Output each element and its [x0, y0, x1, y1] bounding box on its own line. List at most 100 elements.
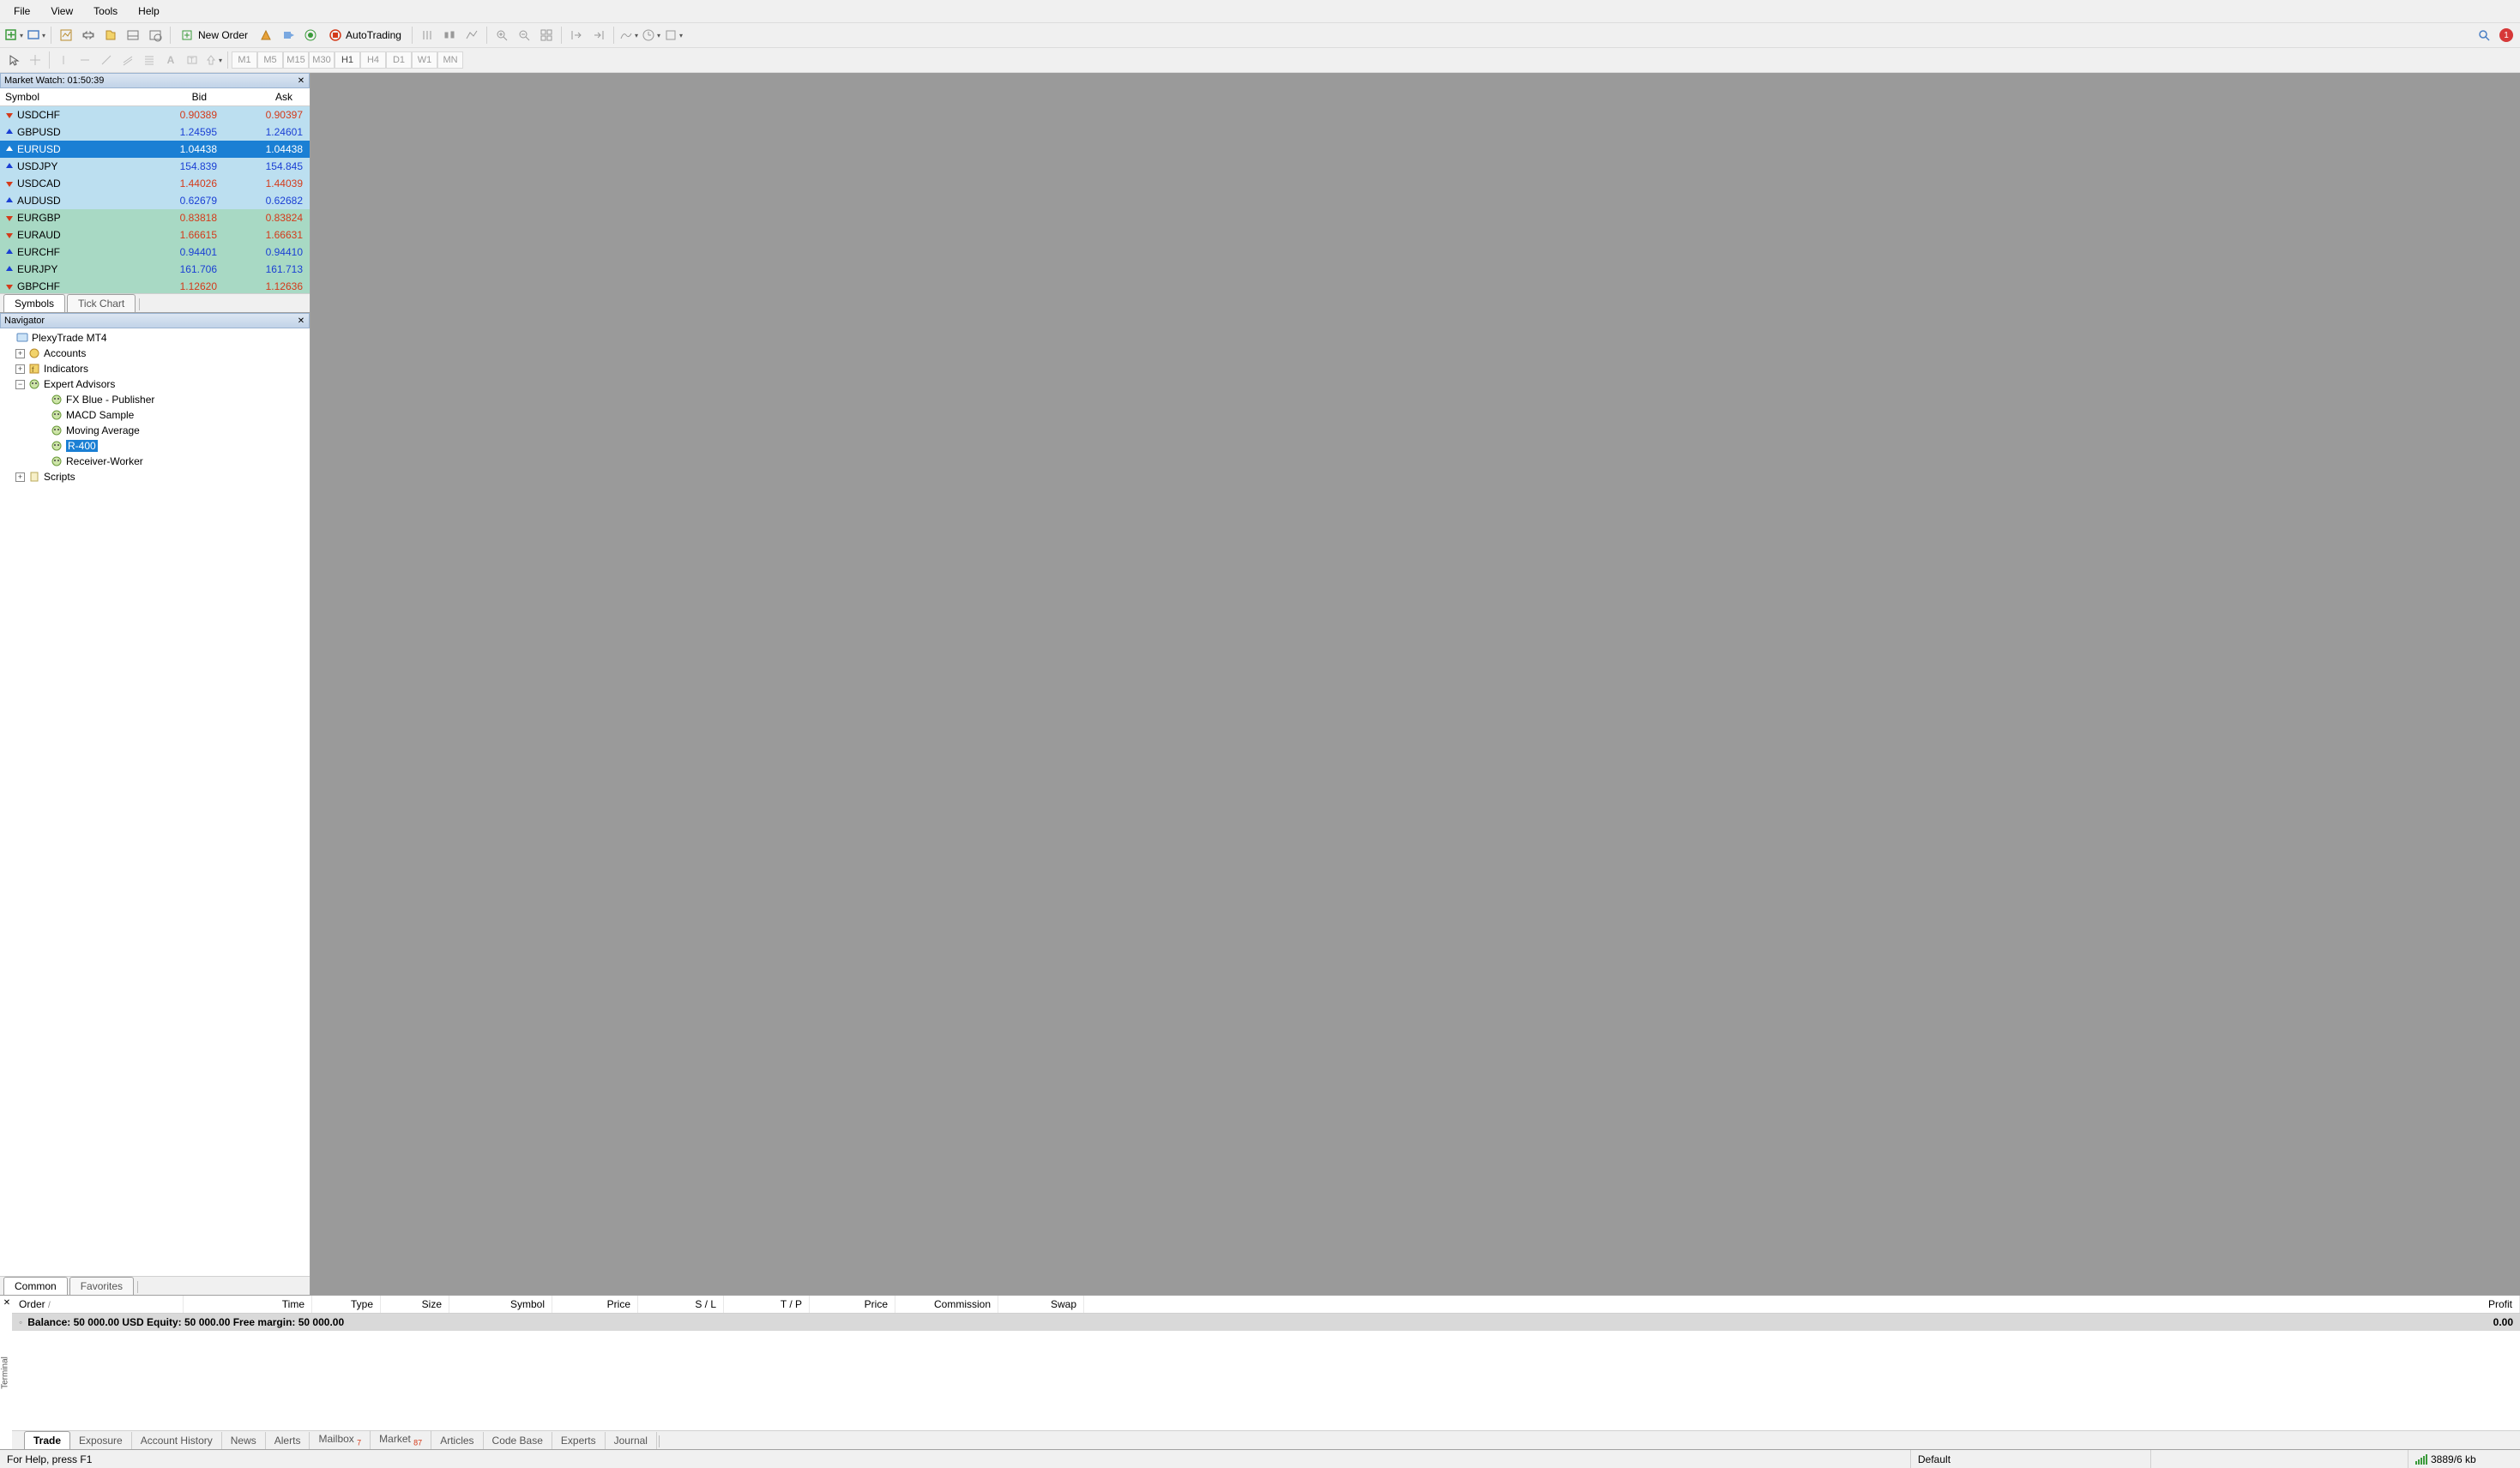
tile-windows-button[interactable]	[536, 25, 557, 45]
column-bid[interactable]: Bid	[126, 88, 212, 105]
tree-ea-item[interactable]: FX Blue - Publisher	[3, 392, 306, 407]
close-icon[interactable]: ✕	[295, 315, 307, 327]
tree-ea-item[interactable]: MACD Sample	[3, 407, 306, 423]
line-chart-button[interactable]	[461, 25, 482, 45]
tab-symbols[interactable]: Symbols	[3, 294, 65, 312]
meta-quotes-button[interactable]	[256, 25, 276, 45]
indicators-dropdown[interactable]	[618, 25, 639, 45]
term-col-symbol[interactable]: Symbol	[449, 1296, 552, 1313]
term-col-size[interactable]: Size	[381, 1296, 449, 1313]
candlestick-button[interactable]	[439, 25, 460, 45]
text-label-tool[interactable]: T	[182, 50, 202, 70]
new-order-button[interactable]: New Order	[175, 25, 254, 45]
term-col-time[interactable]: Time	[184, 1296, 312, 1313]
timeframe-m1[interactable]: M1	[232, 51, 257, 69]
horizontal-line-tool[interactable]	[75, 50, 95, 70]
term-col-type[interactable]: Type	[312, 1296, 381, 1313]
market-watch-header[interactable]: Market Watch: 01:50:39 ✕	[0, 73, 310, 88]
notifications-button[interactable]: 1	[2496, 25, 2517, 45]
term-tab-code-base[interactable]: Code Base	[484, 1432, 552, 1449]
menu-help[interactable]: Help	[128, 2, 170, 21]
status-connection[interactable]: 3889/6 kb	[2408, 1450, 2520, 1468]
auto-scroll-button[interactable]	[588, 25, 609, 45]
term-tab-exposure[interactable]: Exposure	[70, 1432, 132, 1449]
term-col-price[interactable]: Price	[810, 1296, 895, 1313]
profiles-button[interactable]	[26, 25, 46, 45]
expand-icon[interactable]: +	[15, 472, 25, 482]
fibonacci-tool[interactable]	[139, 50, 160, 70]
tree-root[interactable]: PlexyTrade MT4	[3, 330, 306, 346]
timeframe-m5[interactable]: M5	[257, 51, 283, 69]
new-chart-button[interactable]	[3, 25, 24, 45]
vertical-line-tool[interactable]	[53, 50, 74, 70]
navigator-toggle[interactable]	[100, 25, 121, 45]
market-watch-body[interactable]: USDCHF0.903890.90397GBPUSD1.245951.24601…	[0, 106, 310, 293]
term-tab-journal[interactable]: Journal	[606, 1432, 657, 1449]
term-tab-news[interactable]: News	[222, 1432, 266, 1449]
menu-file[interactable]: File	[3, 2, 40, 21]
tree-ea-item[interactable]: Receiver-Worker	[3, 454, 306, 469]
timeframe-d1[interactable]: D1	[386, 51, 412, 69]
navigator-header[interactable]: Navigator ✕	[0, 313, 310, 328]
timeframe-m30[interactable]: M30	[309, 51, 335, 69]
term-tab-account-history[interactable]: Account History	[132, 1432, 222, 1449]
collapse-icon[interactable]: −	[15, 380, 25, 389]
column-ask[interactable]: Ask	[212, 88, 298, 105]
crosshair-tool[interactable]	[25, 50, 45, 70]
status-profile[interactable]: Default	[1911, 1450, 2151, 1468]
tab-common[interactable]: Common	[3, 1277, 68, 1295]
zoom-out-button[interactable]	[514, 25, 534, 45]
strategy-tester-toggle[interactable]	[145, 25, 166, 45]
zoom-in-button[interactable]	[491, 25, 512, 45]
data-window-toggle[interactable]	[78, 25, 99, 45]
periodicity-dropdown[interactable]	[641, 25, 661, 45]
term-tab-market[interactable]: Market 87	[371, 1430, 431, 1449]
term-tab-articles[interactable]: Articles	[431, 1432, 483, 1449]
term-col-profit[interactable]: Profit	[1084, 1296, 2520, 1313]
bar-chart-button[interactable]	[417, 25, 437, 45]
symbol-row-euraud[interactable]: EURAUD1.666151.66631	[0, 226, 310, 244]
term-col-swap[interactable]: Swap	[998, 1296, 1084, 1313]
menu-view[interactable]: View	[40, 2, 83, 21]
menu-tools[interactable]: Tools	[83, 2, 128, 21]
navigator-tree[interactable]: PlexyTrade MT4+Accounts+fIndicators−Expe…	[0, 328, 310, 1276]
trendline-tool[interactable]	[96, 50, 117, 70]
term-tab-experts[interactable]: Experts	[552, 1432, 606, 1449]
tree-ea-item[interactable]: Moving Average	[3, 423, 306, 438]
symbol-row-usdcad[interactable]: USDCAD1.440261.44039	[0, 175, 310, 192]
term-tab-mailbox[interactable]: Mailbox 7	[310, 1430, 371, 1449]
arrows-tool[interactable]	[203, 50, 224, 70]
cursor-tool[interactable]	[3, 50, 24, 70]
autotrading-button[interactable]: AutoTrading	[323, 25, 407, 45]
column-symbol[interactable]: Symbol	[0, 88, 126, 105]
tab-favorites[interactable]: Favorites	[69, 1277, 134, 1295]
tab-tick-chart[interactable]: Tick Chart	[67, 294, 136, 312]
expand-icon[interactable]: +	[15, 349, 25, 358]
symbol-row-eurjpy[interactable]: EURJPY161.706161.713	[0, 261, 310, 278]
tree-expert-advisors[interactable]: −Expert Advisors	[3, 376, 306, 392]
term-col-t-p[interactable]: T / P	[724, 1296, 810, 1313]
symbol-row-eurchf[interactable]: EURCHF0.944010.94410	[0, 244, 310, 261]
symbol-row-usdjpy[interactable]: USDJPY154.839154.845	[0, 158, 310, 175]
shift-end-button[interactable]	[566, 25, 587, 45]
signals-button[interactable]	[300, 25, 321, 45]
symbol-row-gbpchf[interactable]: GBPCHF1.126201.12636	[0, 278, 310, 293]
timeframe-h4[interactable]: H4	[360, 51, 386, 69]
tree-accounts[interactable]: +Accounts	[3, 346, 306, 361]
tree-ea-item[interactable]: R-400	[3, 438, 306, 454]
chart-shift-button[interactable]	[278, 25, 298, 45]
symbol-row-audusd[interactable]: AUDUSD0.626790.62682	[0, 192, 310, 209]
timeframe-w1[interactable]: W1	[412, 51, 437, 69]
symbol-row-eurusd[interactable]: EURUSD1.044381.04438	[0, 141, 310, 158]
terminal-toggle[interactable]	[123, 25, 143, 45]
templates-dropdown[interactable]	[663, 25, 684, 45]
close-icon[interactable]: ✕	[2, 1297, 12, 1308]
expand-icon[interactable]: +	[15, 364, 25, 374]
equidistant-channel-tool[interactable]	[118, 50, 138, 70]
symbol-row-usdchf[interactable]: USDCHF0.903890.90397	[0, 106, 310, 123]
search-button[interactable]	[2474, 25, 2494, 45]
term-col-price[interactable]: Price	[552, 1296, 638, 1313]
symbol-row-gbpusd[interactable]: GBPUSD1.245951.24601	[0, 123, 310, 141]
timeframe-m15[interactable]: M15	[283, 51, 309, 69]
tree-scripts[interactable]: +Scripts	[3, 469, 306, 484]
